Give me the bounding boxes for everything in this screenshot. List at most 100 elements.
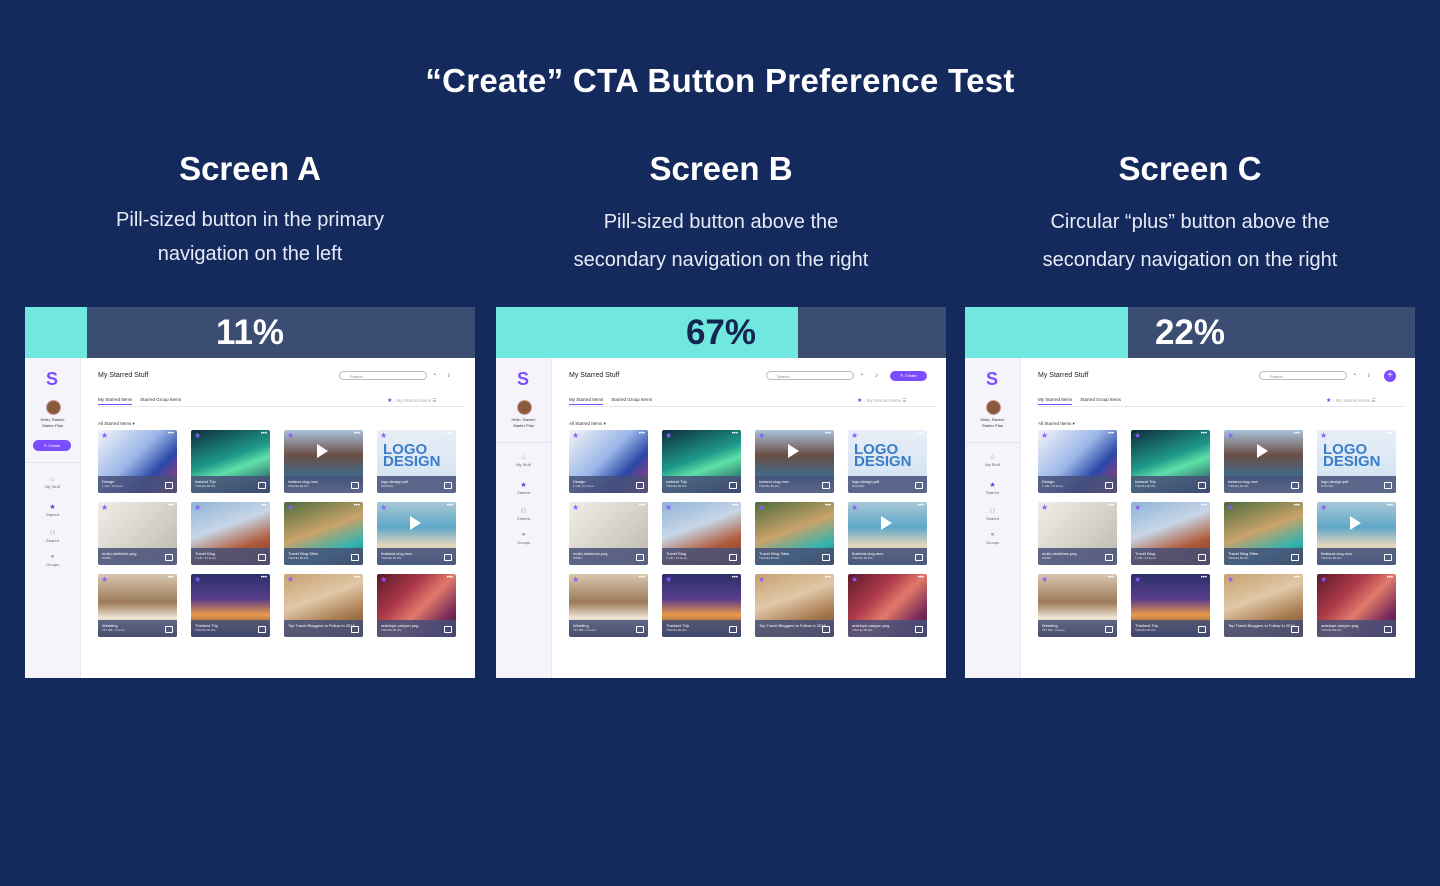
tab-starred-group-items[interactable]: Starred Group Items — [140, 397, 181, 402]
bell-icon[interactable]: ♪ — [875, 371, 879, 380]
more-options-icon[interactable]: ••• — [732, 503, 738, 509]
file-card[interactable]: ★ ••• thailand-vlog.mov TRAVEL BLOG — [377, 502, 456, 565]
file-card[interactable]: ★ ••• thailand-vlog.mov TRAVEL BLOG — [848, 502, 927, 565]
tab-starred-group-items[interactable]: Starred Group Items — [611, 397, 652, 402]
star-icon[interactable]: ★ — [1134, 576, 1141, 584]
star-icon[interactable]: ★ — [851, 432, 858, 440]
file-card[interactable]: ★ ••• iceland-vlog.mov TRAVEL BLOG — [284, 430, 363, 493]
search-input[interactable]: Search — [339, 371, 427, 380]
search-input[interactable]: Search — [1259, 371, 1347, 380]
sidebar-item-starred[interactable]: ★ Starred — [965, 482, 1020, 495]
file-card[interactable]: ★ ••• mulio-sketches.png WORK — [569, 502, 648, 565]
tab-my-starred-items[interactable]: My Starred Items — [1038, 397, 1073, 405]
star-icon[interactable]: ★ — [665, 576, 672, 584]
filter-dropdown[interactable]: All Starred Items ▾ — [569, 421, 606, 427]
file-card[interactable]: ★ ••• Top Travel Bloggers to Follow in 201… — [284, 574, 363, 637]
star-icon[interactable]: ★ — [380, 432, 387, 440]
tab-my-starred-items[interactable]: My Starred Items — [98, 397, 133, 405]
create-button[interactable]: ✎ Create — [33, 440, 71, 451]
star-icon[interactable]: ★ — [851, 504, 858, 512]
star-icon[interactable]: ★ — [380, 504, 387, 512]
star-icon[interactable]: ★ — [1134, 432, 1141, 440]
more-options-icon[interactable]: ••• — [639, 431, 645, 437]
filter-dropdown[interactable]: All Starred Items ▾ — [98, 421, 135, 427]
more-options-icon[interactable]: ••• — [354, 503, 360, 509]
star-icon[interactable]: ★ — [1041, 432, 1048, 440]
file-card[interactable]: ★ ••• Travel Blog 1 GB • 13 items — [191, 502, 270, 565]
star-icon[interactable]: ★ — [758, 504, 765, 512]
file-card[interactable]: ★ ••• Thailand Trip TRAVEL BLOG — [662, 574, 741, 637]
storage-icon[interactable]: ◔ — [859, 371, 863, 380]
file-card[interactable]: ★ ••• Wedding 767 MB • 3 items — [569, 574, 648, 637]
more-options-icon[interactable]: ••• — [1294, 431, 1300, 437]
more-options-icon[interactable]: ••• — [732, 431, 738, 437]
file-card[interactable]: LOGO DESIGN ★ ••• logo-design.pdf SCHOOL — [1317, 430, 1396, 493]
more-options-icon[interactable]: ••• — [639, 503, 645, 509]
more-options-icon[interactable]: ••• — [1201, 575, 1207, 581]
tab-starred-group-items[interactable]: Starred Group Items — [1080, 397, 1121, 402]
file-card[interactable]: ★ ••• Top Travel Bloggers to Follow in 201… — [1224, 574, 1303, 637]
more-options-icon[interactable]: ••• — [354, 431, 360, 437]
storage-icon[interactable]: ◔ — [1352, 371, 1356, 380]
star-icon[interactable]: ★ — [194, 432, 201, 440]
sidebar-item-my-stuff[interactable]: ⌂ My Stuff — [965, 454, 1020, 467]
star-icon[interactable]: ★ — [380, 576, 387, 584]
sidebar-item-my-stuff[interactable]: ⌂ My Stuff — [496, 454, 551, 467]
search-input[interactable]: Search — [766, 371, 854, 380]
more-options-icon[interactable]: ••• — [1201, 503, 1207, 509]
star-icon[interactable]: ★ — [1227, 432, 1234, 440]
file-card[interactable]: ★ ••• Iceland Trip TRAVEL BLOG — [662, 430, 741, 493]
more-options-icon[interactable]: ••• — [354, 575, 360, 581]
more-options-icon[interactable]: ••• — [825, 503, 831, 509]
star-icon[interactable]: ★ — [194, 504, 201, 512]
more-options-icon[interactable]: ••• — [1108, 503, 1114, 509]
tab-my-starred-items[interactable]: My Starred Items — [569, 397, 604, 405]
more-options-icon[interactable]: ••• — [918, 431, 924, 437]
star-icon[interactable]: ★ — [851, 576, 858, 584]
star-icon[interactable]: ★ — [572, 504, 579, 512]
file-card[interactable]: ★ ••• Wedding 767 MB • 3 items — [1038, 574, 1117, 637]
more-options-icon[interactable]: ••• — [168, 431, 174, 437]
file-card[interactable]: ★ ••• Travel Blog 1 GB • 13 items — [1131, 502, 1210, 565]
more-options-icon[interactable]: ••• — [1387, 503, 1393, 509]
more-options-icon[interactable]: ••• — [447, 431, 453, 437]
more-options-icon[interactable]: ••• — [1108, 575, 1114, 581]
star-icon[interactable]: ★ — [101, 576, 108, 584]
file-card[interactable]: ★ ••• Design 1 GB • 13 items — [569, 430, 648, 493]
file-card[interactable]: ★ ••• Travel Blog Sites TRAVEL BLOG — [284, 502, 363, 565]
file-card[interactable]: ★ ••• Travel Blog Sites TRAVEL BLOG — [1224, 502, 1303, 565]
more-options-icon[interactable]: ••• — [261, 431, 267, 437]
file-card[interactable]: ★ ••• Design 1 GB • 13 items — [1038, 430, 1117, 493]
list-view-icon[interactable]: ☰ — [431, 398, 436, 403]
more-options-icon[interactable]: ••• — [825, 431, 831, 437]
file-card[interactable]: ★ ••• Design 1 GB • 13 items — [98, 430, 177, 493]
file-card[interactable]: ★ ••• Top Travel Bloggers to Follow in 201… — [755, 574, 834, 637]
avatar[interactable] — [517, 400, 532, 415]
file-card[interactable]: ★ ••• mulio-sketches.png WORK — [98, 502, 177, 565]
more-options-icon[interactable]: ••• — [261, 575, 267, 581]
more-options-icon[interactable]: ••• — [261, 503, 267, 509]
bell-icon[interactable]: ♪ — [1367, 371, 1371, 380]
create-plus-button[interactable]: + — [1384, 370, 1396, 382]
more-options-icon[interactable]: ••• — [639, 575, 645, 581]
file-card[interactable]: ★ ••• antelope-canyon.png TRAVEL BLOG — [377, 574, 456, 637]
star-icon[interactable]: ★ — [758, 576, 765, 584]
star-icon[interactable]: ★ — [665, 432, 672, 440]
sidebar-item-groups[interactable]: ⚭ Groups — [965, 532, 1020, 545]
star-icon[interactable]: ★ — [1227, 576, 1234, 584]
avatar[interactable] — [986, 400, 1001, 415]
more-options-icon[interactable]: ••• — [447, 575, 453, 581]
star-icon[interactable]: ★ — [1227, 504, 1234, 512]
star-icon[interactable]: ★ — [101, 432, 108, 440]
sidebar-item-starred[interactable]: ★ Starred — [496, 482, 551, 495]
file-card[interactable]: ★ ••• antelope-canyon.png TRAVEL BLOG — [1317, 574, 1396, 637]
file-card[interactable]: ★ ••• Thailand Trip TRAVEL BLOG — [191, 574, 270, 637]
more-options-icon[interactable]: ••• — [1387, 575, 1393, 581]
star-icon[interactable]: ★ — [1041, 576, 1048, 584]
more-options-icon[interactable]: ••• — [447, 503, 453, 509]
file-card[interactable]: ★ ••• Iceland Trip TRAVEL BLOG — [1131, 430, 1210, 493]
sidebar-item-groups[interactable]: ⚭ Groups — [496, 532, 551, 545]
file-card[interactable]: LOGO DESIGN ★ ••• logo-design.pdf SCHOOL — [377, 430, 456, 493]
sidebar-item-shared[interactable]: ⚇ Shared — [965, 508, 1020, 521]
star-icon[interactable]: ★ — [1134, 504, 1141, 512]
